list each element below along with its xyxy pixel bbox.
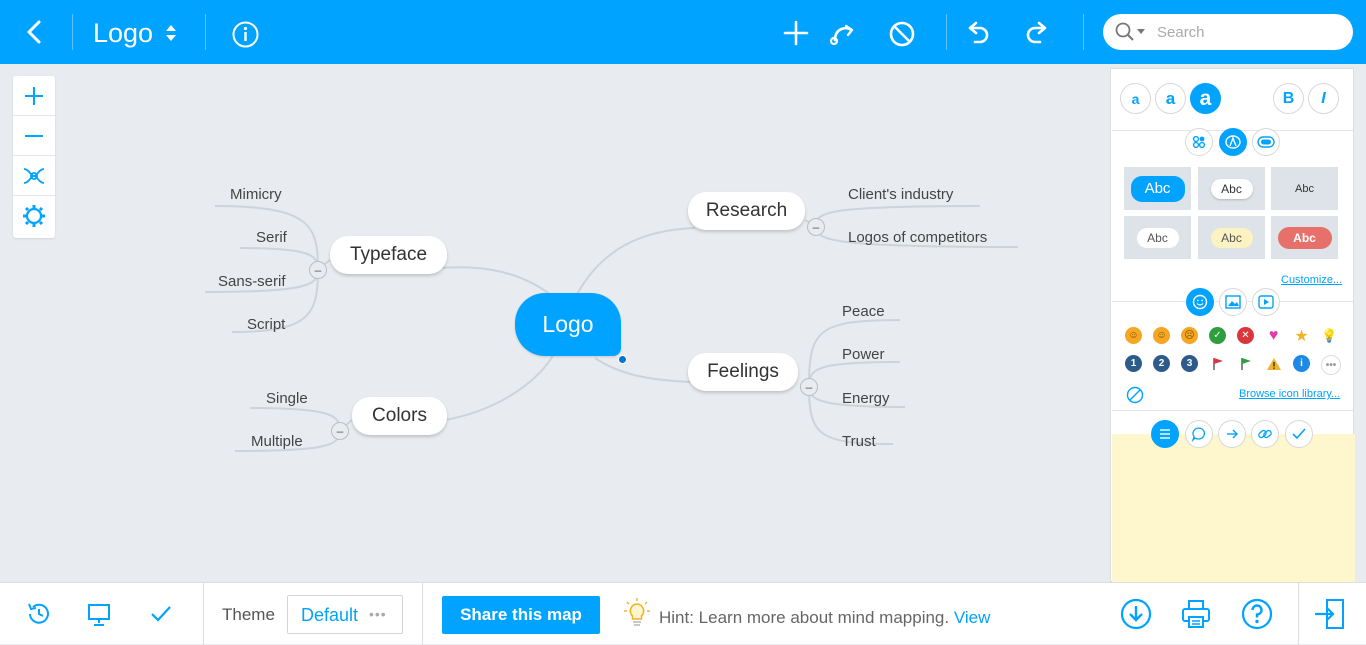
task-check-icon[interactable]	[150, 603, 172, 630]
style-option[interactable]: Abc	[1198, 216, 1265, 259]
theme-value: Default	[301, 605, 359, 625]
style-option[interactable]: Abc	[1124, 167, 1191, 210]
font-size-medium-button[interactable]: a	[1155, 83, 1186, 114]
topic-colors[interactable]: Colors	[352, 397, 447, 435]
print-icon[interactable]	[1180, 598, 1212, 635]
collapse-typeface-button[interactable]: –	[309, 261, 327, 279]
notes-area[interactable]	[1112, 434, 1355, 582]
hint-text: Hint: Learn more about mind mapping. Vie…	[659, 608, 990, 628]
subtopic-serif[interactable]: Serif	[256, 229, 287, 246]
subtopic-logos-of-competitors[interactable]: Logos of competitors	[848, 229, 987, 246]
font-size-large-button[interactable]: a	[1190, 83, 1221, 114]
more-icons-icon[interactable]: •••	[1321, 355, 1341, 375]
emoji-tab-icon[interactable]	[1186, 288, 1214, 316]
download-icon[interactable]	[1120, 598, 1152, 635]
subtopic-trust[interactable]: Trust	[842, 433, 876, 450]
info-badge-icon[interactable]: i	[1293, 355, 1310, 372]
subtopic-mimicry[interactable]: Mimicry	[230, 186, 282, 203]
lightbulb-hint-icon	[624, 598, 650, 633]
no-icon[interactable]	[1126, 386, 1144, 409]
video-tab-icon[interactable]	[1252, 288, 1280, 316]
italic-button[interactable]: I	[1308, 83, 1339, 114]
topic-border-tab-icon[interactable]	[1252, 128, 1280, 156]
subtopic-peace[interactable]: Peace	[842, 303, 885, 320]
bottom-divider	[422, 583, 423, 645]
lightbulb-icon[interactable]: 💡	[1321, 327, 1338, 344]
hint-view-link[interactable]: View	[954, 608, 991, 627]
topic-typeface[interactable]: Typeface	[330, 236, 447, 274]
style-option[interactable]: Abc	[1124, 216, 1191, 259]
notes-tab-icon[interactable]	[1151, 420, 1179, 448]
connector-lines	[204, 205, 1019, 452]
theme-label: Theme	[222, 605, 275, 624]
zoom-controls	[13, 76, 55, 238]
comment-tab-icon[interactable]	[1185, 420, 1213, 448]
bold-button[interactable]: B	[1273, 83, 1304, 114]
subtopic-multiple[interactable]: Multiple	[251, 433, 303, 450]
collapse-colors-button[interactable]: –	[331, 422, 349, 440]
subtopic-single[interactable]: Single	[266, 390, 308, 407]
central-topic[interactable]: Logo	[515, 293, 621, 356]
smiley-sad-icon[interactable]: ☹	[1181, 327, 1198, 344]
collapse-feelings-button[interactable]: –	[800, 378, 818, 396]
customize-link[interactable]: Customize...	[1281, 274, 1342, 286]
exit-icon[interactable]	[1313, 597, 1347, 636]
search-icon	[1115, 22, 1149, 47]
panel-divider	[1112, 410, 1353, 411]
zoom-in-button[interactable]	[13, 76, 55, 116]
heart-icon[interactable]: ♥	[1265, 327, 1282, 344]
theme-selector[interactable]: Default •••	[287, 595, 403, 634]
topic-shape-tab-icon[interactable]	[1185, 128, 1213, 156]
topic-feelings[interactable]: Feelings	[688, 353, 798, 391]
topic-style-tab-icon[interactable]	[1219, 128, 1247, 156]
subtopic-script[interactable]: Script	[247, 316, 285, 333]
priority-2-icon[interactable]: 2	[1153, 355, 1170, 372]
theme-more-icon[interactable]: •••	[369, 606, 387, 622]
subtopic-energy[interactable]: Energy	[842, 390, 890, 407]
central-handle[interactable]	[618, 355, 627, 364]
subtopic-power[interactable]: Power	[842, 346, 885, 363]
history-icon[interactable]	[26, 601, 52, 632]
style-option[interactable]: Abc	[1198, 167, 1265, 210]
topic-research[interactable]: Research	[688, 192, 805, 230]
image-tab-icon[interactable]	[1219, 288, 1247, 316]
collapse-research-button[interactable]: –	[807, 218, 825, 236]
warning-icon[interactable]	[1265, 355, 1282, 372]
smiley-happy-icon[interactable]: ☺	[1125, 327, 1142, 344]
bottom-divider	[1298, 583, 1299, 645]
smiley-neutral-icon[interactable]: ☺	[1153, 327, 1170, 344]
subtopic-clients-industry[interactable]: Client's industry	[848, 186, 953, 203]
presentation-icon[interactable]	[86, 601, 112, 632]
search-input[interactable]	[1157, 22, 1337, 42]
task-tab-icon[interactable]	[1285, 420, 1313, 448]
search-box[interactable]	[1103, 14, 1353, 50]
help-icon[interactable]	[1241, 598, 1273, 635]
fit-map-icon[interactable]	[13, 156, 55, 196]
attachment-tab-icon[interactable]	[1251, 420, 1279, 448]
hint-message: Hint: Learn more about mind mapping.	[659, 608, 950, 627]
priority-3-icon[interactable]: 3	[1181, 355, 1198, 372]
cross-icon[interactable]: ✕	[1237, 327, 1254, 344]
link-arrow-tab-icon[interactable]	[1218, 420, 1246, 448]
bottom-divider	[203, 583, 204, 645]
green-flag-icon[interactable]	[1237, 355, 1254, 372]
priority-1-icon[interactable]: 1	[1125, 355, 1142, 372]
red-flag-icon[interactable]	[1209, 355, 1226, 372]
subtopic-sans-serif[interactable]: Sans-serif	[218, 273, 286, 290]
settings-gear-icon[interactable]	[13, 196, 55, 236]
share-map-button[interactable]: Share this map	[442, 596, 600, 634]
zoom-out-button[interactable]	[13, 116, 55, 156]
browse-icon-library-link[interactable]: Browse icon library...	[1239, 388, 1340, 400]
check-icon[interactable]: ✓	[1209, 327, 1226, 344]
bottom-toolbar: Theme Default ••• Share this map Hint: L…	[0, 582, 1366, 645]
style-option[interactable]: Abc	[1271, 167, 1338, 210]
star-icon[interactable]: ★	[1293, 327, 1310, 345]
style-option[interactable]: Abc	[1271, 216, 1338, 259]
font-size-small-button[interactable]: a	[1120, 83, 1151, 114]
